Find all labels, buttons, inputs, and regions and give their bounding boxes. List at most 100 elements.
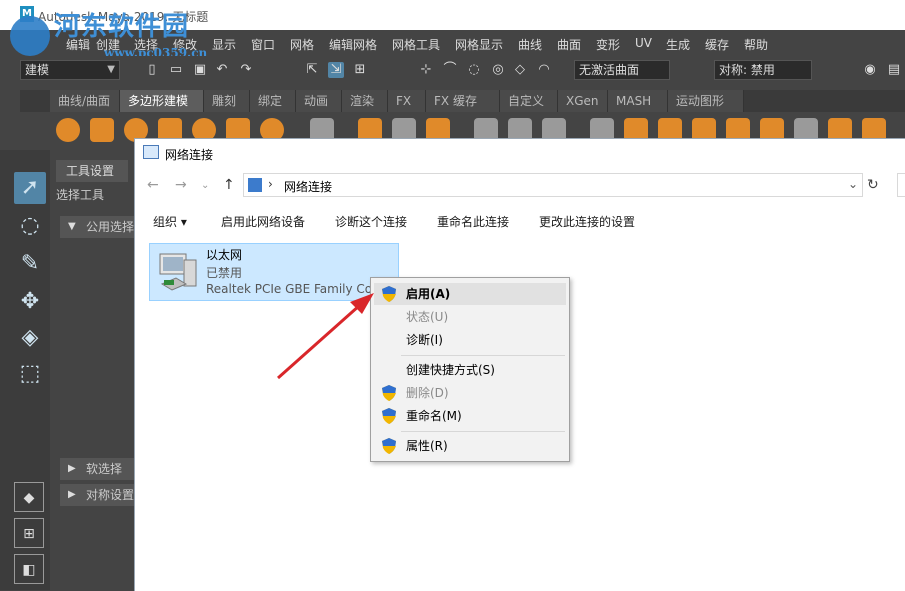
scale-tool-icon[interactable]: ⬚	[14, 358, 46, 390]
menu-window[interactable]: 窗口	[251, 36, 275, 53]
mode-select-value: 建模	[25, 63, 50, 77]
tab-xgen[interactable]: XGen	[558, 90, 608, 112]
menu-item-label: 删除(D)	[406, 386, 449, 400]
watermark-logo-icon	[10, 16, 50, 56]
snap-curve-icon[interactable]: ⌒	[442, 62, 458, 78]
diagnose-button[interactable]: 诊断这个连接	[335, 213, 407, 230]
paint-select-icon[interactable]: ✎	[14, 248, 46, 280]
menu-item-label: 属性(R)	[406, 439, 448, 453]
back-arrow-icon[interactable]: ←	[147, 177, 159, 193]
select-tool-icon[interactable]: ➚	[14, 172, 46, 204]
menu-surfaces[interactable]: 曲面	[557, 36, 581, 53]
rename-button[interactable]: 重命名此连接	[437, 213, 509, 230]
address-bar[interactable]: › 网络连接 ⌄	[243, 173, 863, 197]
lasso-tool-icon[interactable]: ◌	[14, 210, 46, 242]
new-scene-icon[interactable]: ▯	[144, 62, 160, 78]
render-icon[interactable]: ▤	[886, 62, 902, 78]
up-arrow-icon[interactable]: ↑	[223, 177, 235, 193]
menu-separator	[401, 355, 565, 356]
menu-generate[interactable]: 生成	[666, 36, 690, 53]
tab-custom[interactable]: 自定义	[500, 90, 558, 112]
save-scene-icon[interactable]: ▣	[192, 62, 208, 78]
network-folder-icon	[248, 178, 262, 192]
open-scene-icon[interactable]: ▭	[168, 62, 184, 78]
uac-shield-icon	[382, 286, 396, 302]
snap-grid-icon[interactable]: ⊹	[418, 62, 434, 78]
uac-shield-icon	[382, 438, 396, 454]
select-components-icon[interactable]: ⊞	[352, 62, 368, 78]
adapter-device: Realtek PCIe GBE Family Controller	[206, 282, 396, 296]
menu-separator	[401, 431, 565, 432]
menu-help[interactable]: 帮助	[744, 36, 768, 53]
menu-cache[interactable]: 缓存	[705, 36, 729, 53]
menu-mesh-display[interactable]: 网格显示	[455, 36, 503, 53]
redo-icon[interactable]: ↷	[238, 62, 254, 78]
tab-mash[interactable]: MASH	[608, 90, 668, 112]
select-objects-icon[interactable]: ⇲	[328, 62, 344, 78]
rotate-tool-icon[interactable]: ◈	[14, 322, 46, 354]
snap-live-icon[interactable]: ◠	[536, 62, 552, 78]
tab-motion-graphics[interactable]: 运动图形	[668, 90, 744, 112]
menu-deform[interactable]: 变形	[596, 36, 620, 53]
menu-curves[interactable]: 曲线	[518, 36, 542, 53]
two-view-layout-icon[interactable]: ◧	[14, 554, 44, 584]
snap-view-icon[interactable]: ◎	[490, 62, 506, 78]
ethernet-adapter-item[interactable]: 以太网 已禁用 Realtek PCIe GBE Family Controll…	[149, 243, 399, 301]
search-input[interactable]	[897, 173, 905, 197]
menu-item-enable[interactable]: 启用(A)	[374, 283, 566, 305]
toolbox: ➚ ◌ ✎ ✥ ◈ ⬚ ◆ ⊞ ◧	[0, 150, 50, 590]
menu-item-diagnose[interactable]: 诊断(I)	[374, 329, 566, 351]
menu-item-properties[interactable]: 属性(R)	[374, 435, 566, 457]
refresh-icon[interactable]: ↻	[867, 177, 879, 193]
tab-poly-modeling[interactable]: 多边形建模	[120, 90, 204, 112]
command-bar: 组织 ▾ 启用此网络设备 诊断这个连接 重命名此连接 更改此连接的设置	[135, 205, 905, 235]
tab-rigging[interactable]: 绑定	[250, 90, 296, 112]
menu-item-rename[interactable]: 重命名(M)	[374, 405, 566, 427]
menu-uv[interactable]: UV	[635, 36, 652, 50]
menu-item-create-shortcut[interactable]: 创建快捷方式(S)	[374, 359, 566, 381]
snap-point-icon[interactable]: ◌	[466, 62, 482, 78]
move-tool-icon[interactable]: ✥	[14, 286, 46, 318]
symmetry-field[interactable]: 对称: 禁用	[714, 60, 812, 80]
menu-item-label: 启用(A)	[406, 287, 451, 301]
recent-chevron-icon[interactable]: ⌄	[201, 180, 209, 191]
menu-mesh[interactable]: 网格	[290, 36, 314, 53]
menu-item-delete[interactable]: 删除(D)	[374, 382, 566, 404]
section-common-selection[interactable]: ▼ 公用选择设置	[60, 216, 134, 238]
snap-surface-icon[interactable]: ◇	[512, 62, 528, 78]
section-soft-selection-label: 软选择	[86, 462, 123, 476]
menu-mesh-tools[interactable]: 网格工具	[392, 36, 440, 53]
menu-item-label: 状态(U)	[406, 310, 449, 324]
render-view-icon[interactable]: ◉	[862, 62, 878, 78]
forward-arrow-icon[interactable]: →	[175, 177, 187, 193]
menu-item-label: 诊断(I)	[406, 333, 443, 347]
tab-sculpting[interactable]: 雕刻	[204, 90, 250, 112]
window-title: 网络连接	[165, 148, 214, 162]
section-soft-selection[interactable]: ▶ 软选择	[60, 458, 134, 480]
undo-icon[interactable]: ↶	[214, 62, 230, 78]
breadcrumb-path[interactable]: 网络连接	[284, 178, 332, 195]
mode-select[interactable]: 建模 ▼	[20, 60, 120, 80]
four-view-layout-icon[interactable]: ⊞	[14, 518, 44, 548]
poly-sphere-icon[interactable]	[56, 118, 80, 142]
change-settings-button[interactable]: 更改此连接的设置	[539, 213, 635, 230]
tab-curves-surfaces[interactable]: 曲线/曲面	[50, 90, 120, 112]
tab-fx[interactable]: FX	[388, 90, 426, 112]
live-surface-field[interactable]: 无激活曲面	[574, 60, 670, 80]
tab-animation[interactable]: 动画	[296, 90, 342, 112]
chevron-down-icon[interactable]: ⌄	[848, 177, 858, 191]
section-common-selection-label: 公用选择设置	[86, 220, 134, 234]
tab-fx-caching[interactable]: FX 缓存	[426, 90, 500, 112]
breadcrumb-separator-icon: ›	[268, 177, 273, 191]
enable-device-button[interactable]: 启用此网络设备	[221, 213, 305, 230]
select-hierarchy-icon[interactable]: ⇱	[304, 62, 320, 78]
organize-button[interactable]: 组织 ▾	[153, 213, 187, 230]
poly-cube-icon[interactable]	[90, 118, 114, 142]
menu-edit-mesh[interactable]: 编辑网格	[329, 36, 377, 53]
single-view-layout-icon[interactable]: ◆	[14, 482, 44, 512]
menu-item-status[interactable]: 状态(U)	[374, 306, 566, 328]
section-symmetry[interactable]: ▶ 对称设置	[60, 484, 134, 506]
tool-settings-tab[interactable]: 工具设置	[56, 160, 128, 182]
tab-rendering[interactable]: 渲染	[342, 90, 388, 112]
shelf-tabs: 曲线/曲面 多边形建模 雕刻 绑定 动画 渲染 FX FX 缓存 自定义 XGe…	[20, 90, 905, 112]
